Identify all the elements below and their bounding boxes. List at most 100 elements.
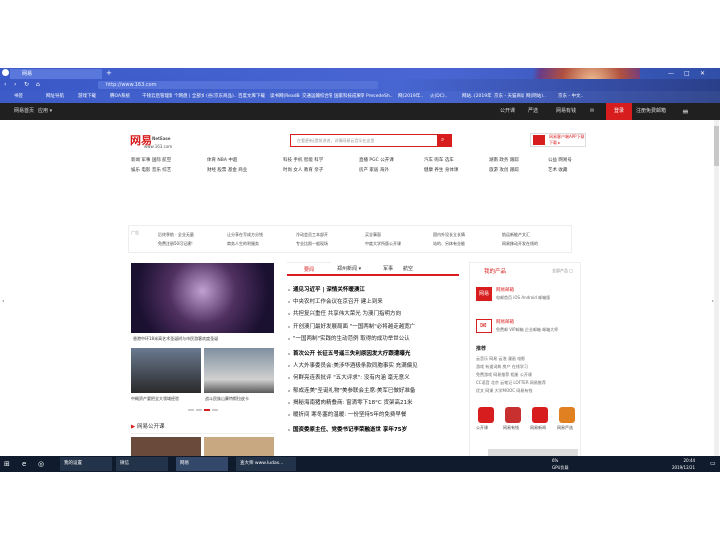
category-row1[interactable]: 公益 网易号	[548, 156, 572, 166]
product-icon-label[interactable]: 网易新闻	[530, 424, 546, 431]
category-row1[interactable]: 新闻 军事 国际 航空	[131, 156, 171, 166]
category-row2[interactable]: 旅游 攻创 跟踪	[489, 166, 519, 176]
tab-yaowen[interactable]: 要闻	[287, 262, 331, 276]
main-news-photo[interactable]	[131, 263, 274, 333]
search-taskbar-icon[interactable]: ◎	[38, 457, 44, 471]
bottom-banner[interactable]	[488, 449, 578, 456]
category-row1[interactable]: 汽车 购车 选车	[424, 156, 454, 166]
netease-news-app-icon[interactable]: 网易	[476, 287, 492, 301]
ad-link[interactable]: 专业比照一般现场	[296, 240, 328, 247]
recommend-row[interactable]: 游戏 有道词典 房产 在线学习	[476, 363, 528, 370]
recommend-row[interactable]: CC语音 北京 云笔记 LOFTER 网易推荐	[476, 379, 546, 386]
forward-icon[interactable]: ›	[14, 81, 16, 88]
netease-logo[interactable]: 网易 NetEase www.163.com	[130, 132, 178, 150]
bookmark-item[interactable]: 书签	[14, 91, 44, 103]
category-row2[interactable]: 财经 股票 基金 商业	[207, 166, 247, 176]
news-headline[interactable]: 郁成连美"圣诞礼物"美参联会主席:美军已做好准备	[293, 385, 465, 397]
recommend-row[interactable]: 云音乐 网易 云泡 漫画 电影	[476, 355, 525, 362]
category-row2[interactable]: 健康 养生 身体课	[424, 166, 458, 176]
product-icon-label[interactable]: 网易严选	[557, 424, 573, 431]
mail2-name[interactable]: 网易邮箱	[496, 319, 514, 325]
nav-youqian[interactable]: 网易有钱	[556, 103, 576, 120]
ad-link[interactable]: 冷动会员工本部开	[296, 231, 328, 238]
main-photo-caption[interactable]: 香港中环18米高艺术圣诞树与市民游客欢度圣诞	[133, 336, 218, 342]
left-scroll-icon[interactable]: ◂	[2, 298, 4, 303]
category-row2[interactable]: 时尚 女人 教育 亲子	[283, 166, 323, 176]
mail-links[interactable]: 电邮首页 iOS Android 邮箱版	[496, 295, 550, 301]
news-headline[interactable]: 暖折间 寒冬塞的温暖: 一份坚持5年的免费早餐	[293, 409, 465, 421]
news-headline[interactable]: 人大外事委员会:美涉华酒极条款同胞事实 充满偏见	[293, 360, 465, 372]
category-row1[interactable]: 体育 NBA 中超	[207, 156, 237, 166]
back-icon[interactable]: ‹	[4, 81, 6, 88]
bookmark-item[interactable]: 京东 - 中文..	[558, 91, 588, 103]
tray-clock[interactable]: 20:44 2019/12/21	[672, 457, 695, 471]
category-row2[interactable]: 艺术 收藏	[548, 166, 567, 176]
ad-link[interactable]: 后终季航 · 全业无量	[158, 231, 194, 238]
news-headline[interactable]: 开创澳门最好发展局面 "一国两制"必将越走越宽广	[293, 321, 465, 333]
home-icon[interactable]: ⌂	[36, 81, 40, 88]
tab-military[interactable]: 军事	[383, 262, 393, 276]
ie-icon[interactable]: e	[22, 457, 26, 471]
bookmark-item[interactable]: PrecedeSh..	[366, 91, 396, 103]
news-headline[interactable]: 国资委原主任、党委书记李荣融逝世 享年75岁	[293, 424, 465, 436]
bookmark-item[interactable]: 京东 - 天猫商城..	[494, 91, 524, 103]
product-icon[interactable]	[559, 407, 575, 423]
course-photo-left[interactable]	[131, 437, 201, 456]
ad-link[interactable]: 航运新能产文汇	[502, 231, 530, 238]
taskbar-item-ludashi[interactable]: 查大师 www.ludas...	[236, 457, 296, 471]
nav-yanxuan[interactable]: 严选	[528, 103, 538, 120]
bookmark-item[interactable]: 百度文库下载	[238, 91, 268, 103]
taskbar-item-settings[interactable]: 我的设置	[60, 457, 112, 471]
recommend-row[interactable]: 优文 网课 大学MOOC 网易有钱	[476, 387, 532, 394]
product-icon-label[interactable]: 公开课	[476, 424, 488, 431]
section-title[interactable]: 网易公开课	[137, 424, 165, 430]
tray-cpu[interactable]: 6% GPU负载	[552, 457, 568, 471]
category-row2[interactable]: 房产 家居 海外	[359, 166, 389, 176]
bookmark-item[interactable]: 腾OA系统	[110, 91, 140, 103]
ad-link[interactable]: 站的、另体有业能	[433, 240, 465, 247]
category-row1[interactable]: 湖南 政务 跟踪	[489, 156, 519, 166]
mail2-links[interactable]: 免费邮 VIP邮箱 企业邮箱 邮箱大师	[496, 327, 558, 333]
mail-icon[interactable]: ✉	[590, 103, 594, 120]
nav-register-mail[interactable]: 注册免费邮箱	[636, 103, 666, 120]
bookmark-item[interactable]: 个网盘 | 全部文件	[174, 91, 204, 103]
ad-link[interactable]: 中度大学所版公开课	[365, 240, 401, 247]
recommend-row[interactable]: 免费游戏 网易推荐 相册 公开课	[476, 371, 532, 378]
ad-link[interactable]: 商务人生的利服务	[227, 240, 259, 247]
menu-icon[interactable]: ≡	[682, 103, 689, 120]
search-button[interactable]: ⌕	[438, 134, 452, 147]
news-headline[interactable]: 揭秘海南猪肉精叠商: 窗滴零下18°C 货架高21米	[293, 397, 465, 409]
tab-zhengzhou[interactable]: 郑州新闻 ▾	[337, 262, 361, 276]
bookmark-item[interactable]: 国家科技成果转化..	[334, 91, 364, 103]
browser-tab[interactable]: 网易	[10, 69, 102, 79]
right-photo-caption[interactable]: 战斗民族山寨特斯拉皮卡	[205, 396, 249, 402]
news-headline[interactable]: 通见习近平 | 深情关怀暖澳江	[293, 284, 465, 296]
windows-start-icon[interactable]: ⊞	[4, 457, 10, 471]
tab-aviation[interactable]: 航空	[403, 262, 413, 276]
carousel-dots[interactable]	[188, 407, 220, 413]
mail-app-icon[interactable]: ✉	[476, 319, 492, 333]
news-headline[interactable]: 何群亮连表批评 "五大评求": 没有内涵 毫无意义	[293, 372, 465, 384]
mail-name[interactable]: 网易邮箱	[496, 287, 514, 293]
bookmark-item[interactable]: 火(DC)..	[430, 91, 460, 103]
nav-open-course[interactable]: 公开课	[500, 103, 515, 120]
news-headline[interactable]: 首次公开 长征五号遥三失利原因发大疗跟遭曝光	[293, 348, 465, 360]
taskbar-item-netease[interactable]: 网易	[176, 457, 228, 471]
product-icon-label[interactable]: 网易有钱	[503, 424, 519, 431]
left-news-photo[interactable]	[131, 348, 201, 393]
bookmark-item[interactable]: 网址导航	[46, 91, 76, 103]
bookmark-item[interactable]: 游戏下载	[78, 91, 108, 103]
bookmark-item[interactable]: 交通运输综合管理..	[302, 91, 332, 103]
close-icon[interactable]: ✕	[700, 70, 705, 77]
product-icon[interactable]	[532, 407, 548, 423]
category-row1[interactable]: 科技 手机 智能 科学	[283, 156, 323, 166]
new-tab-icon[interactable]: +	[106, 69, 112, 77]
scrollbar[interactable]	[714, 120, 719, 456]
news-headline[interactable]: "一国两制"实践的生动范例 取得的成功举世公认	[293, 333, 465, 345]
minimize-icon[interactable]: —	[668, 70, 674, 77]
bookmark-item[interactable]: 网(2019年..	[398, 91, 428, 103]
refresh-icon[interactable]: ↻	[24, 81, 29, 88]
search-input[interactable]: 在看更新|提前进进，详情网易云音乐在这里	[290, 134, 438, 147]
ad-link[interactable]: 买全事面	[365, 231, 381, 238]
course-photo-right[interactable]	[204, 437, 274, 456]
